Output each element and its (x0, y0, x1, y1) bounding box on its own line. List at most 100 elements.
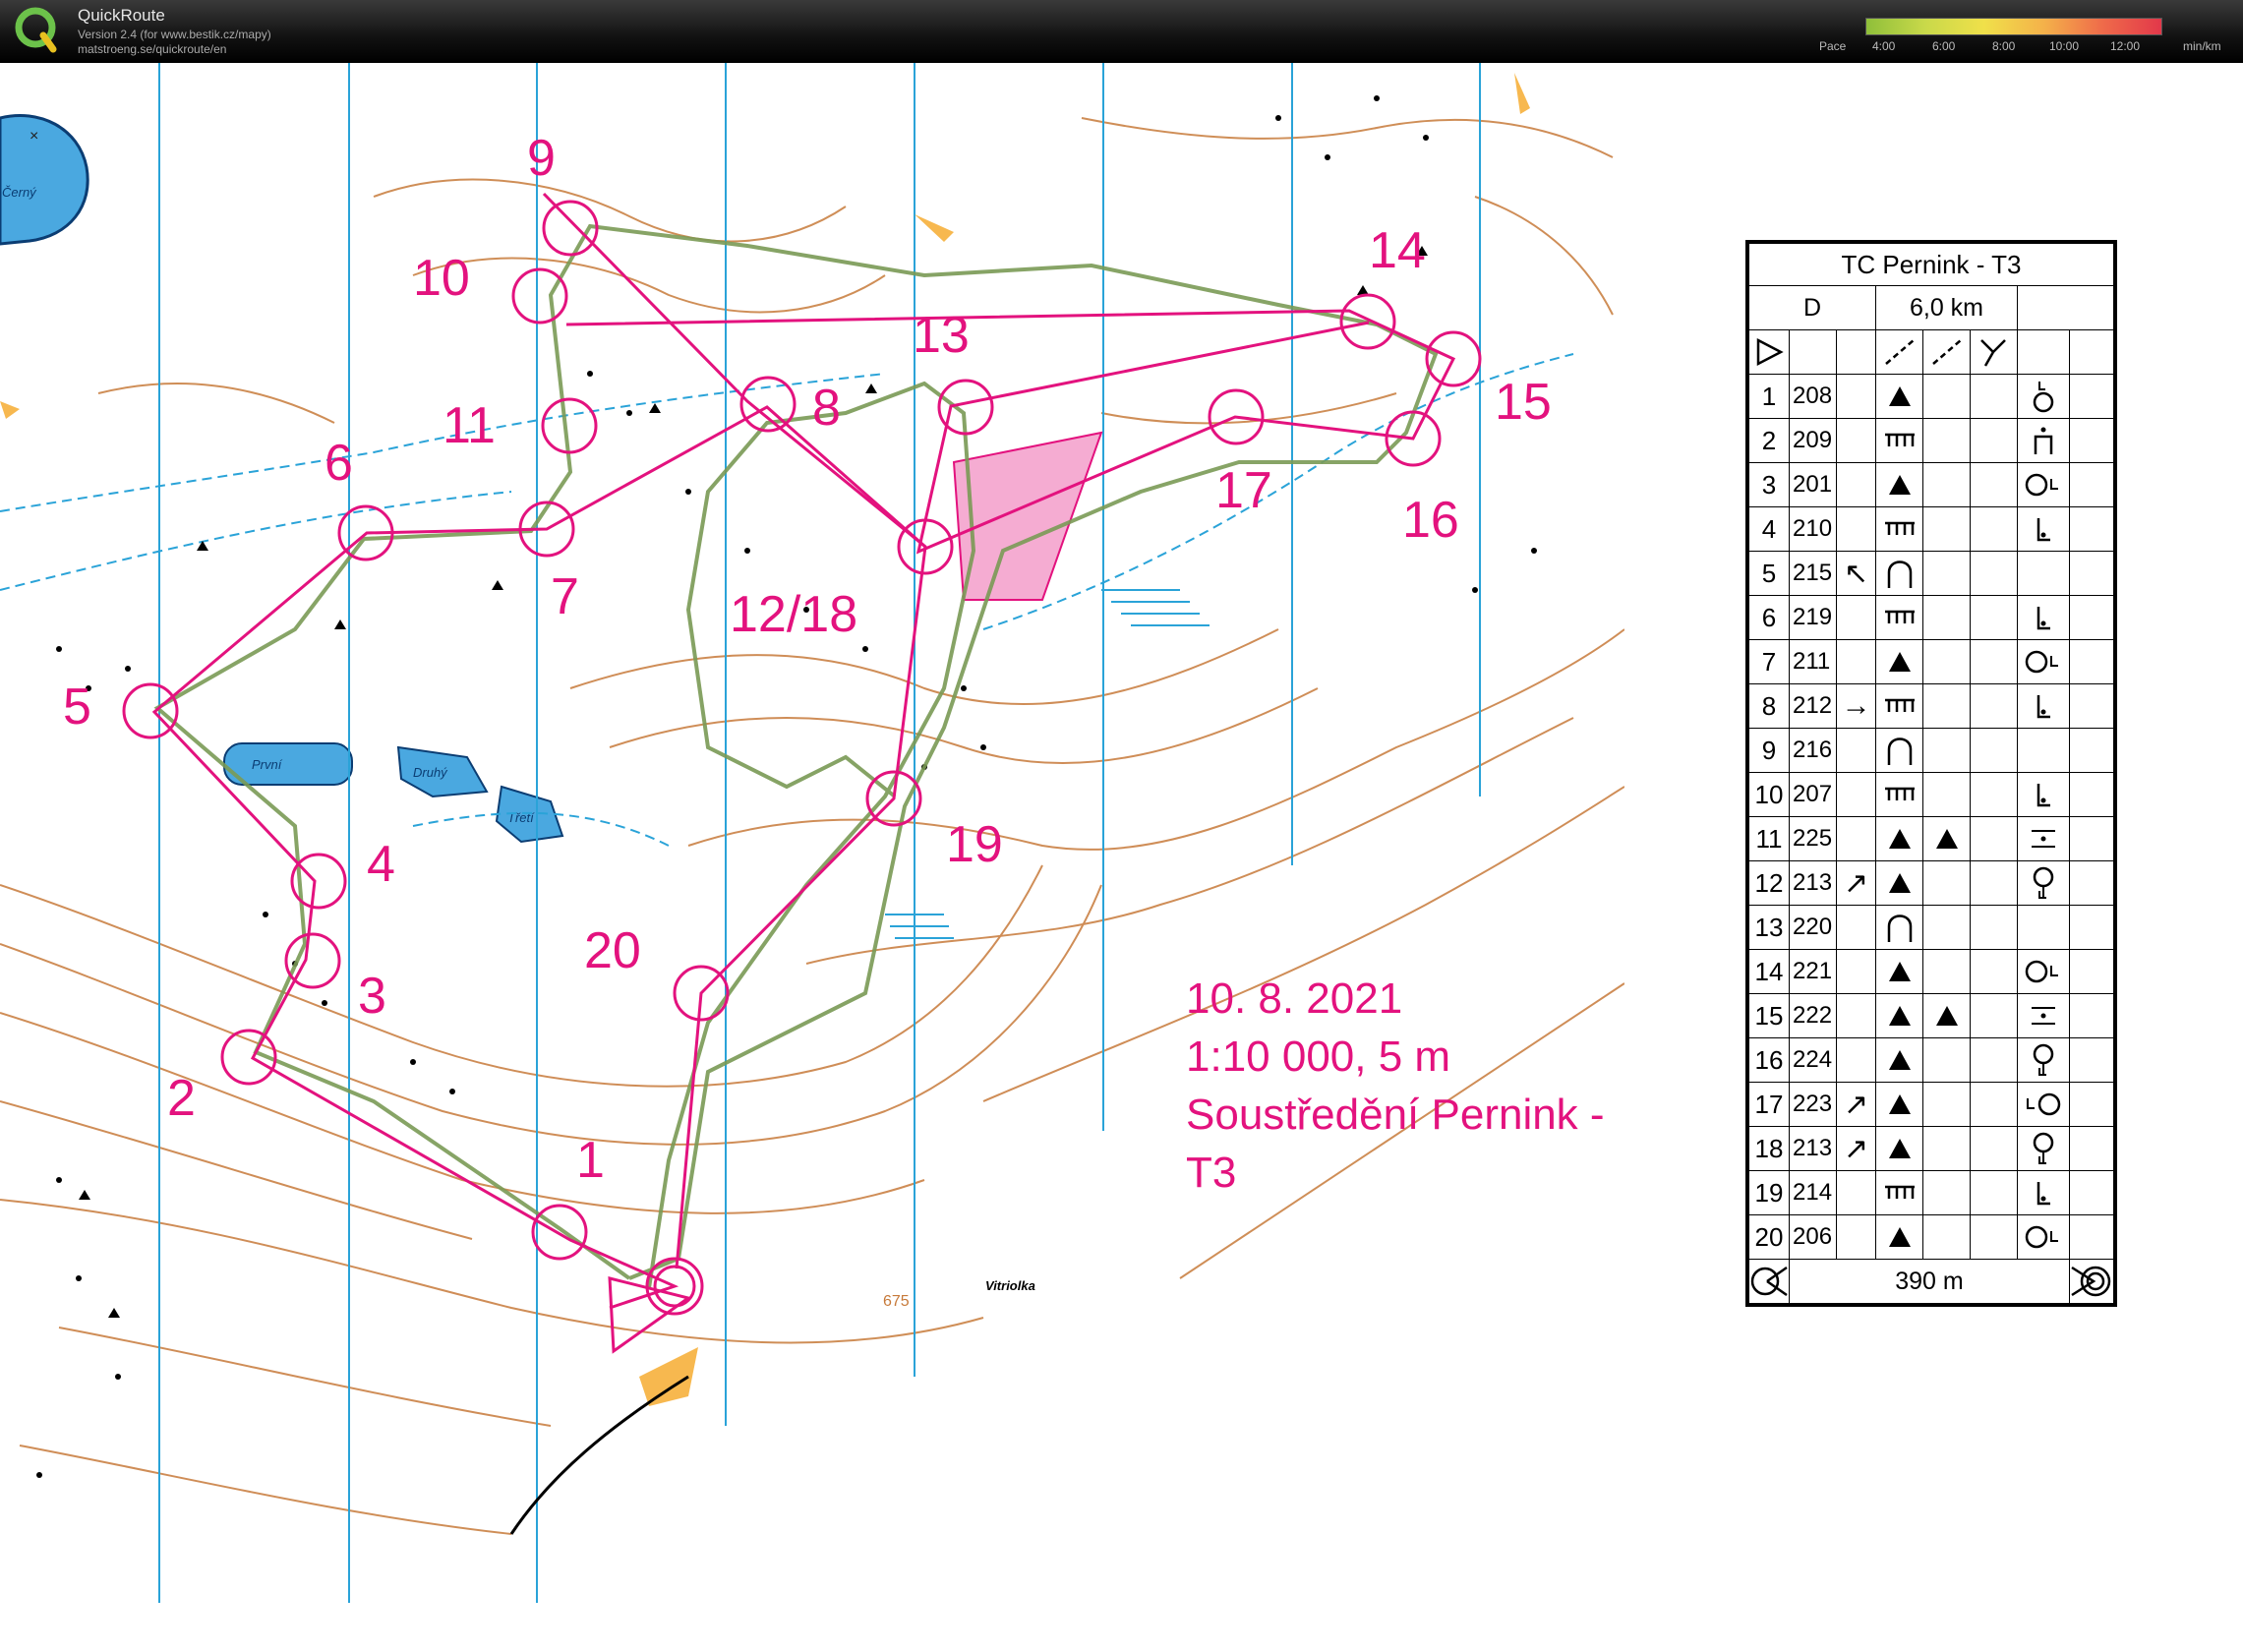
empty-cell (1969, 374, 2018, 419)
control-direction (1835, 374, 1877, 419)
description-row: 1 208 (1748, 374, 2114, 419)
control-direction: ↗ (1835, 860, 1877, 906)
empty-cell (2069, 816, 2114, 861)
control-number: 13 (913, 307, 970, 364)
spur-icon (1875, 551, 1924, 596)
empty-cell (1969, 1082, 2018, 1127)
knoll-icon (1922, 816, 1971, 861)
description-row: 20 206 (1748, 1214, 2114, 1260)
map-view[interactable]: Černý První Druhý Třetí Vitriolka 675 1 … (0, 63, 2117, 1607)
control-sequence-number: 16 (1748, 1037, 1790, 1083)
rocky-icon (1875, 506, 1924, 552)
control-number: 1 (576, 1132, 605, 1189)
control-number: 6 (325, 435, 353, 492)
control-number: 11 (443, 397, 496, 454)
start-position (2069, 329, 2114, 375)
empty-cell (1969, 1037, 2018, 1083)
description-row: 9 216 (1748, 728, 2114, 773)
control-sequence-number: 1 (1748, 374, 1790, 419)
control-direction (1835, 816, 1877, 861)
control-direction (1835, 1214, 1877, 1260)
app-url[interactable]: matstroeng.se/quickroute/en (78, 42, 226, 56)
rocky-icon (1875, 1170, 1924, 1215)
app-version: Version 2.4 (for www.bestik.cz/mapy) (78, 28, 271, 41)
pace-legend: Pace 4:00 6:00 8:00 10:00 12:00 min/km (1819, 16, 2232, 59)
description-row: 4 210 (1748, 506, 2114, 552)
control-number: 7 (551, 568, 579, 625)
description-row: 19 214 (1748, 1170, 2114, 1215)
control-code: 207 (1789, 772, 1837, 817)
finish-start-icon (1748, 1259, 1790, 1304)
description-row: 10 207 (1748, 772, 2114, 817)
knoll-icon (1922, 993, 1971, 1038)
pace-tick: 8:00 (1992, 39, 2016, 53)
control-number: 10 (413, 250, 470, 307)
control-direction (1835, 728, 1877, 773)
control-code: 222 (1789, 993, 1837, 1038)
control-direction: ↗ (1835, 1126, 1877, 1171)
feature-cell (1922, 1082, 1971, 1127)
empty-cell (2069, 683, 2114, 729)
feature-cell (1922, 1170, 1971, 1215)
rocky-icon (1875, 595, 1924, 640)
knoll-icon (1875, 374, 1924, 419)
feature-cell (1922, 905, 1971, 950)
feature-cell (1922, 772, 1971, 817)
feature-cell (1922, 949, 1971, 994)
position-ring-top-icon (2016, 374, 2071, 419)
position-cell (2016, 728, 2071, 773)
position-ring-l-icon (2016, 639, 2071, 684)
pace-tick: 10:00 (2049, 39, 2080, 53)
place-name: Černý (2, 185, 37, 200)
start-code (1789, 329, 1837, 375)
feature-cell (1922, 728, 1971, 773)
rocky-icon (1875, 418, 1924, 463)
control-sequence-number: 13 (1748, 905, 1790, 950)
control-number: 15 (1495, 374, 1552, 431)
orienteering-map[interactable]: Černý První Druhý Třetí Vitriolka 675 1 … (0, 63, 1624, 1607)
rocky-icon (1875, 772, 1924, 817)
control-direction (1835, 595, 1877, 640)
description-row: 16 224 (1748, 1037, 2114, 1083)
position-ring-bottom-icon (2016, 860, 2071, 906)
empty-cell (1969, 506, 2018, 552)
pace-tick: 12:00 (2110, 39, 2141, 53)
feature-cell (1922, 595, 1971, 640)
control-number: 8 (812, 380, 841, 437)
control-code: 210 (1789, 506, 1837, 552)
place-name: První (252, 757, 283, 772)
control-sequence-number: 3 (1748, 462, 1790, 507)
description-row: 3 201 (1748, 462, 2114, 507)
empty-cell (2069, 462, 2114, 507)
control-code: 213 (1789, 860, 1837, 906)
control-code: 209 (1789, 418, 1837, 463)
pace-color-scale (1865, 18, 2162, 35)
map-date: 10. 8. 2021 (1186, 974, 1403, 1023)
control-number: 5 (63, 678, 91, 736)
control-sequence-number: 11 (1748, 816, 1790, 861)
description-row: 17 223 ↗ (1748, 1082, 2114, 1127)
control-sequence-number: 19 (1748, 1170, 1790, 1215)
empty-cell (2069, 595, 2114, 640)
control-code: 208 (1789, 374, 1837, 419)
empty-cell (1969, 949, 2018, 994)
empty-cell (2069, 1126, 2114, 1171)
control-sequence-number: 5 (1748, 551, 1790, 596)
control-direction (1835, 993, 1877, 1038)
control-code: 206 (1789, 1214, 1837, 1260)
close-icon[interactable]: × (30, 128, 38, 146)
feature-cell (1922, 506, 1971, 552)
control-sequence-number: 9 (1748, 728, 1790, 773)
empty-cell (1969, 595, 2018, 640)
position-ring-l-icon (2016, 462, 2071, 507)
empty-cell (2069, 374, 2114, 419)
knoll-icon (1875, 1126, 1924, 1171)
control-direction (1835, 1037, 1877, 1083)
control-direction (1835, 772, 1877, 817)
feature-cell (1922, 683, 1971, 729)
control-direction (1835, 506, 1877, 552)
empty-cell (1969, 462, 2018, 507)
course-title: TC Pernink - T3 (1748, 243, 2114, 286)
control-code: 216 (1789, 728, 1837, 773)
app-title-bar: QuickRoute Version 2.4 (for www.bestik.c… (0, 0, 2243, 63)
